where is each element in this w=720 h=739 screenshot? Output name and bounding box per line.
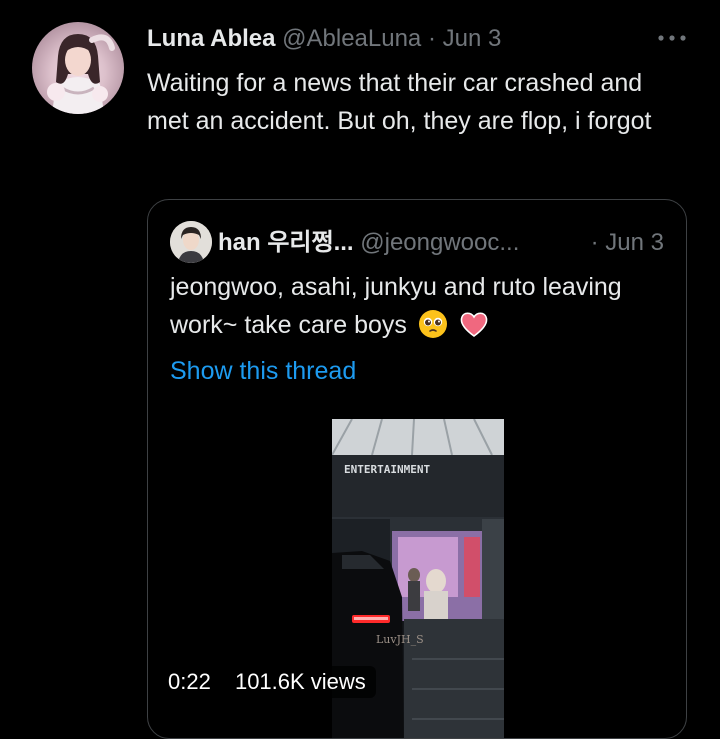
entertainment-sign: ENTERTAINMENT xyxy=(344,463,430,476)
quoted-author-handle[interactable]: @jeongwooc... xyxy=(360,229,519,256)
tweet-header: Luna Ablea @AbleaLuna · Jun 3 xyxy=(147,24,501,54)
video-meta-overlay: 0:22 101.6K views xyxy=(158,666,376,698)
more-horizontal-icon xyxy=(658,35,686,41)
quoted-tweet-body: jeongwoo, asahi, junkyu and ruto leaving… xyxy=(170,273,622,339)
video-watermark: LuvJH_S xyxy=(376,633,424,646)
author-avatar[interactable] xyxy=(32,22,124,114)
author-handle[interactable]: @AbleaLuna xyxy=(282,25,421,52)
quoted-tweet-text: jeongwoo, asahi, junkyu and ruto leaving… xyxy=(170,268,670,344)
quoted-tweet[interactable]: han 우리쩡... @jeongwooc... · Jun 3 jeongwo… xyxy=(147,199,687,739)
pleading-face-icon xyxy=(418,309,448,339)
quoted-tweet-header: han 우리쩡... @jeongwooc... · Jun 3 xyxy=(218,228,664,258)
quoted-tweet-date[interactable]: Jun 3 xyxy=(605,229,664,256)
heart-icon xyxy=(459,309,489,339)
tweet-text: Waiting for a news that their car crashe… xyxy=(147,69,652,135)
avatar-image xyxy=(47,34,115,114)
tweet[interactable]: Luna Ablea @AbleaLuna · Jun 3 Waiting fo… xyxy=(0,0,720,739)
quoted-author-avatar[interactable] xyxy=(170,221,212,263)
author-name[interactable]: Luna Ablea xyxy=(147,25,275,52)
tweet-date[interactable]: Jun 3 xyxy=(443,25,502,52)
video-views: 101.6K views xyxy=(234,669,366,694)
quoted-author-name[interactable]: han 우리쩡... xyxy=(218,229,354,256)
more-options-button[interactable] xyxy=(656,28,688,48)
quoted-header-separator: · xyxy=(590,229,599,256)
quoted-avatar-image xyxy=(170,221,212,263)
show-thread-link[interactable]: Show this thread xyxy=(170,355,356,387)
header-separator: · xyxy=(427,25,436,52)
video-duration: 0:22 xyxy=(168,669,211,694)
